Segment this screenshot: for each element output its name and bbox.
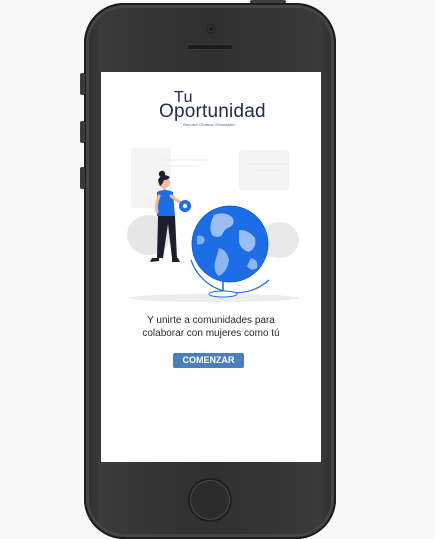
- woman-with-globe-illustration: [127, 148, 299, 302]
- start-button[interactable]: COMENZAR: [173, 353, 244, 368]
- app-logo: Tu Oportunidad Second Chance Education: [101, 90, 321, 130]
- volume-up-button: [80, 121, 85, 143]
- earpiece-speaker: [187, 44, 233, 50]
- phone-screen: Tu Oportunidad Second Chance Education Y…: [101, 72, 321, 462]
- message-line-2: colaborar con mujeres como tú: [142, 328, 280, 339]
- logo-tagline: Second Chance Education: [183, 122, 235, 127]
- message-line-1: Y unirte a comunidades para: [147, 315, 275, 326]
- home-button[interactable]: [188, 478, 232, 522]
- mute-switch: [80, 73, 85, 95]
- logo-line2: Oportunidad: [159, 101, 266, 122]
- front-camera-icon: [206, 24, 216, 34]
- page-canvas: Tu Oportunidad Second Chance Education Y…: [0, 0, 435, 539]
- globe-icon: [191, 205, 269, 283]
- onboarding-message: Y unirte a comunidades para colaborar co…: [111, 314, 311, 340]
- volume-down-button: [80, 167, 85, 189]
